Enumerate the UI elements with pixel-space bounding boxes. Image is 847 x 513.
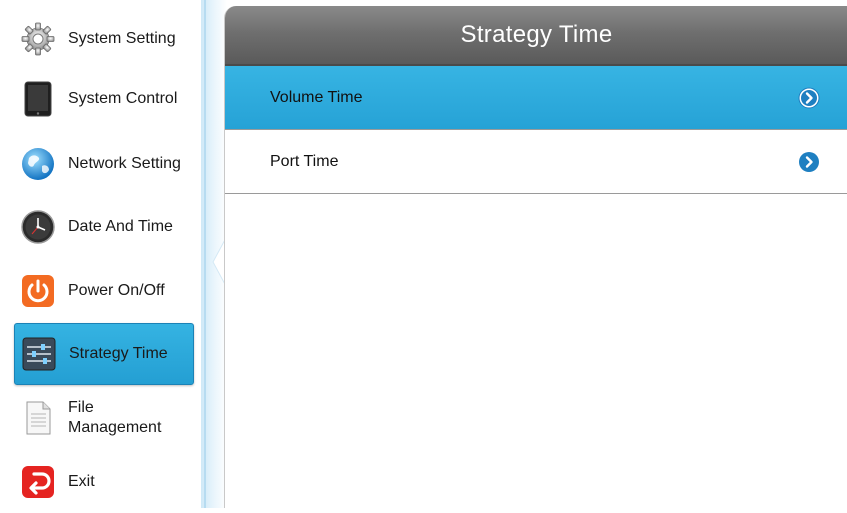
list-item-volume-time[interactable]: Volume Time [225, 66, 847, 130]
sidebar-item-date-and-time[interactable]: Date And Time [14, 196, 194, 258]
sidebar-item-network-setting[interactable]: Network Setting [14, 133, 194, 195]
gear-icon [21, 22, 55, 56]
sidebar-item-label: File Management [68, 398, 161, 438]
chevron-right-circle-icon [799, 151, 819, 172]
header-bar: Strategy Time [225, 6, 847, 66]
sidebar-item-label: Network Setting [68, 155, 181, 172]
sidebar-item-label-line1: File [68, 399, 94, 416]
sidebar-item-power-on-off[interactable]: Power On/Off [14, 260, 194, 322]
clock-icon [21, 210, 55, 244]
sidebar-item-label: Power On/Off [68, 282, 165, 299]
sidebar-item-label: Strategy Time [69, 345, 168, 362]
sidebar: System Setting System Control Network Se… [0, 0, 200, 508]
sidebar-item-label: System Setting [68, 30, 176, 47]
tablet-icon [24, 81, 52, 117]
sidebar-item-label: Date And Time [68, 218, 173, 235]
list-item-label: Volume Time [270, 88, 363, 106]
chevron-right-circle-icon [798, 87, 820, 108]
page-title: Strategy Time [460, 21, 613, 48]
sidebar-item-exit[interactable]: Exit [14, 451, 194, 513]
power-icon [22, 275, 54, 307]
sidebar-item-system-control[interactable]: System Control [14, 68, 194, 130]
sidebar-item-file-management[interactable]: File Management [14, 387, 194, 449]
document-icon [26, 401, 51, 435]
exit-icon [22, 466, 54, 498]
sidebar-item-strategy-time[interactable]: Strategy Time [14, 323, 194, 385]
sidebar-item-label: System Control [68, 90, 178, 107]
sliders-icon [22, 337, 56, 371]
sidebar-item-label-line2: Management [68, 419, 162, 436]
main-panel: Strategy Time Volume Time Port Time [224, 6, 847, 508]
globe-icon [22, 148, 54, 180]
sidebar-item-system-setting[interactable]: System Setting [14, 8, 194, 70]
list-item-label: Port Time [270, 152, 339, 170]
sidebar-item-label: Exit [68, 473, 95, 490]
list-item-port-time[interactable]: Port Time [225, 130, 847, 194]
